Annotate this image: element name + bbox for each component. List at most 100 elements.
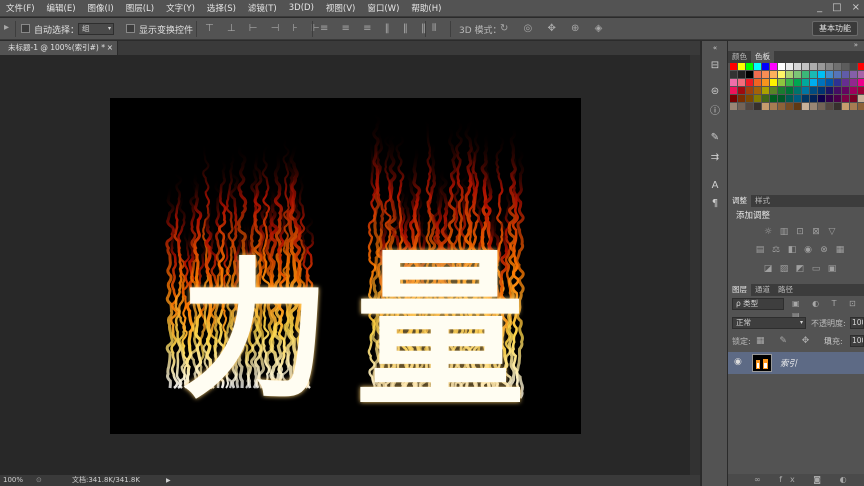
color-swatch[interactable]	[802, 71, 809, 78]
menu-file[interactable]: 文件(F)	[0, 2, 41, 14]
color-swatch[interactable]	[802, 87, 809, 94]
blend-mode-dropdown[interactable]: 正常 ▾	[732, 317, 806, 329]
color-swatch[interactable]	[842, 87, 849, 94]
color-swatch[interactable]	[762, 87, 769, 94]
color-swatch[interactable]	[850, 87, 857, 94]
color-swatch[interactable]	[858, 87, 864, 94]
color-swatch[interactable]	[834, 87, 841, 94]
color-swatch[interactable]	[746, 103, 753, 110]
auto-select-checkbox[interactable]	[21, 24, 30, 33]
color-swatch[interactable]	[794, 79, 801, 86]
color-swatch[interactable]	[738, 79, 745, 86]
color-lookup-icon[interactable]: ▦	[835, 245, 845, 255]
invert-icon[interactable]: ◪	[763, 264, 773, 274]
tab-color[interactable]: 颜色	[728, 51, 751, 63]
color-swatch[interactable]	[794, 71, 801, 78]
color-swatch[interactable]	[738, 63, 745, 70]
color-swatch[interactable]	[754, 87, 761, 94]
color-swatch[interactable]	[826, 63, 833, 70]
opacity-field[interactable]: 100	[850, 317, 864, 329]
color-swatch[interactable]	[770, 95, 777, 102]
color-swatch[interactable]	[810, 87, 817, 94]
channel-mixer-icon[interactable]: ⊗	[819, 245, 829, 255]
posterize-icon[interactable]: ▨	[779, 264, 789, 274]
color-swatch[interactable]	[818, 87, 825, 94]
hue-saturation-icon[interactable]: ▤	[755, 245, 765, 255]
black-white-icon[interactable]: ◧	[787, 245, 797, 255]
color-swatch[interactable]	[786, 103, 793, 110]
color-swatch[interactable]	[770, 71, 777, 78]
color-swatch[interactable]	[762, 79, 769, 86]
color-swatch[interactable]	[858, 63, 864, 70]
color-swatch[interactable]	[746, 95, 753, 102]
color-swatch[interactable]	[738, 95, 745, 102]
fill-field[interactable]: 100	[850, 335, 864, 347]
color-swatch[interactable]	[738, 87, 745, 94]
brush-icon[interactable]: ✎	[708, 131, 722, 145]
tool-presets-icon[interactable]: ⇉	[708, 151, 722, 165]
color-swatch[interactable]	[738, 71, 745, 78]
layer-row[interactable]: ◉ 索引	[728, 352, 864, 374]
color-swatch[interactable]	[730, 103, 737, 110]
color-swatch[interactable]	[858, 71, 864, 78]
color-swatch[interactable]	[834, 95, 841, 102]
color-swatch[interactable]	[802, 103, 809, 110]
color-swatch[interactable]	[802, 63, 809, 70]
vibrance-icon[interactable]: ▽	[827, 227, 837, 237]
tab-paths[interactable]: 路径	[774, 284, 797, 296]
menu-view[interactable]: 视图(V)	[320, 2, 361, 14]
close-tab-icon[interactable]: ×	[107, 41, 113, 55]
color-swatch[interactable]	[730, 95, 737, 102]
tab-styles[interactable]: 样式	[751, 195, 774, 207]
color-swatch[interactable]	[762, 63, 769, 70]
threshold-icon[interactable]: ◩	[795, 264, 805, 274]
color-swatch[interactable]	[754, 71, 761, 78]
color-swatch[interactable]	[850, 71, 857, 78]
exposure-icon[interactable]: ⊠	[811, 227, 821, 237]
color-swatch[interactable]	[754, 79, 761, 86]
auto-select-dropdown[interactable]: 组 ▾	[78, 23, 114, 35]
tab-layers[interactable]: 图层	[728, 284, 751, 296]
close-button[interactable]: ×	[852, 2, 860, 13]
color-swatch[interactable]	[754, 103, 761, 110]
color-swatch[interactable]	[754, 95, 761, 102]
play-arrow-icon[interactable]: ▶	[166, 475, 171, 486]
color-swatch[interactable]	[762, 95, 769, 102]
color-swatch[interactable]	[778, 103, 785, 110]
color-swatch[interactable]	[786, 87, 793, 94]
menu-help[interactable]: 帮助(H)	[405, 2, 447, 14]
color-swatch[interactable]	[826, 103, 833, 110]
menu-edit[interactable]: 编辑(E)	[41, 2, 82, 14]
color-swatch[interactable]	[818, 63, 825, 70]
color-swatch[interactable]	[826, 87, 833, 94]
color-swatch[interactable]	[826, 95, 833, 102]
color-swatch[interactable]	[810, 103, 817, 110]
status-icon[interactable]: ⊙	[36, 475, 42, 486]
minimize-button[interactable]: _	[817, 2, 822, 13]
color-swatch[interactable]	[762, 71, 769, 78]
color-swatch[interactable]	[762, 103, 769, 110]
zoom-level[interactable]: 100%	[3, 475, 23, 486]
swatches-grid[interactable]	[728, 63, 864, 173]
color-swatch[interactable]	[754, 63, 761, 70]
color-swatch[interactable]	[810, 63, 817, 70]
menu-window[interactable]: 窗口(W)	[361, 2, 405, 14]
color-swatch[interactable]	[842, 103, 849, 110]
curves-icon[interactable]: ⊡	[795, 227, 805, 237]
document-tab[interactable]: 未标题-1 @ 100%(索引#) * ×	[0, 41, 118, 55]
color-balance-icon[interactable]: ⚖	[771, 245, 781, 255]
info-icon[interactable]: ⓘ	[708, 105, 722, 119]
canvas-area[interactable]: 力 力 量 量	[0, 55, 700, 475]
color-swatch[interactable]	[802, 79, 809, 86]
color-swatch[interactable]	[770, 63, 777, 70]
levels-icon[interactable]: ▥	[779, 227, 789, 237]
color-swatch[interactable]	[850, 79, 857, 86]
brightness-icon[interactable]: ☼	[763, 227, 773, 237]
color-swatch[interactable]	[730, 79, 737, 86]
menu-layer[interactable]: 图层(L)	[120, 2, 160, 14]
color-swatch[interactable]	[730, 87, 737, 94]
color-swatch[interactable]	[818, 95, 825, 102]
selective-color-icon[interactable]: ▣	[827, 264, 837, 274]
menu-image[interactable]: 图像(I)	[82, 2, 120, 14]
color-swatch[interactable]	[770, 79, 777, 86]
